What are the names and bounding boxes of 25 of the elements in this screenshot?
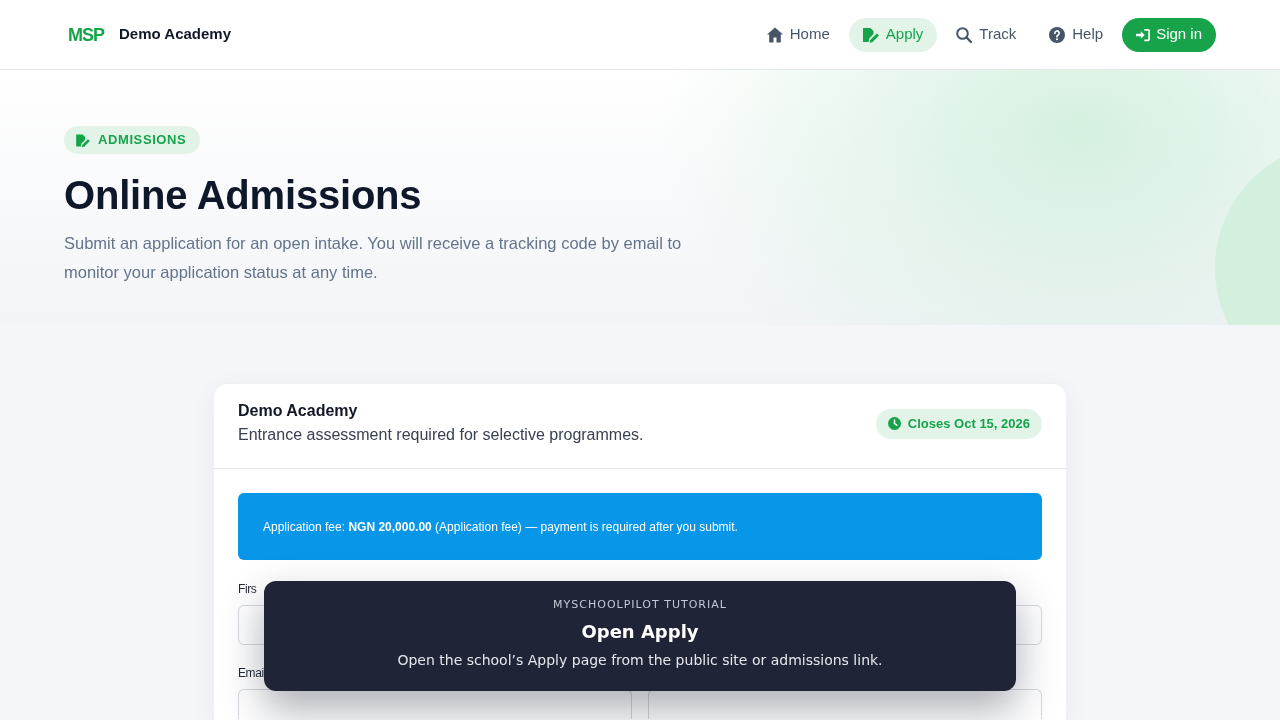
intake-description: Entrance assessment required for selective programmes. xyxy=(238,425,644,445)
field-label: Firs xyxy=(238,581,258,597)
clock-icon xyxy=(887,417,901,430)
nav-link[interactable]: Help xyxy=(1035,17,1118,52)
input-field[interactable] xyxy=(238,689,632,719)
page-description: Submit an application for an open intake. You will receive a tracking code by email to monitor your application status at any time. xyxy=(64,233,683,283)
nav-link[interactable]: Home xyxy=(752,17,844,52)
sign-in-icon xyxy=(1136,27,1151,42)
input-field[interactable] xyxy=(648,689,1042,719)
brand-name[interactable]: Demo Academy xyxy=(119,23,231,46)
home-icon xyxy=(766,26,783,43)
tutorial-label: MYSCHOOLPILOT TUTORIAL xyxy=(552,597,728,613)
field-label: Emai xyxy=(238,665,265,681)
search-icon xyxy=(956,26,973,43)
fee-notice-text: Application fee: NGN 20,000.00 (Application fee) — payment is required after you submit. xyxy=(263,518,738,536)
tutorial-text: Open the school’s Apply page from the public site or admissions link. xyxy=(396,651,884,670)
help-icon xyxy=(1049,26,1066,43)
nav-link[interactable]: Track xyxy=(942,17,1031,52)
deadline-text: Closes Oct 15, 2026 xyxy=(907,414,1030,433)
tutorial-title: Open Apply xyxy=(580,620,700,644)
page-title: Online Admissions xyxy=(64,172,422,219)
badge-label: ADMISSIONS xyxy=(98,131,187,150)
document-pen-icon xyxy=(862,26,879,43)
school-name: Demo Academy xyxy=(238,401,359,421)
document-pen-icon xyxy=(76,133,90,147)
